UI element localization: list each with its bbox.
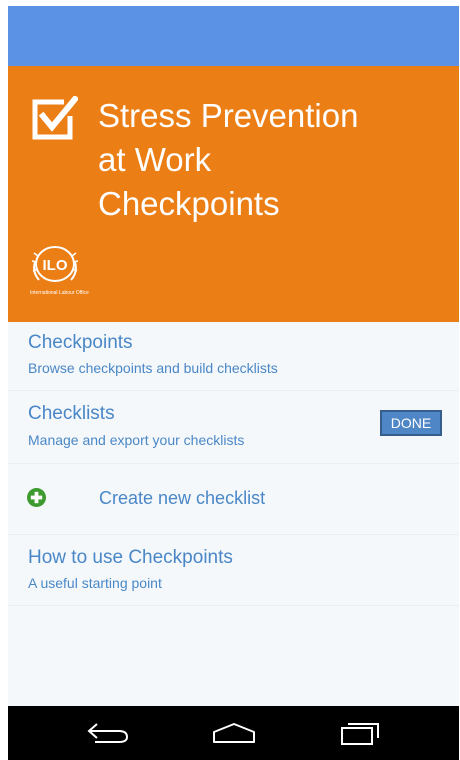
app-header: Stress Prevention at Work Checkpoints IL… — [8, 66, 459, 322]
menu-item-title: Checkpoints — [28, 332, 133, 353]
back-icon[interactable] — [85, 720, 131, 746]
ilo-logo: ILO International Labour Office — [30, 244, 200, 304]
menu-item-title: How to use Checkpoints — [28, 547, 233, 568]
ilo-emblem-icon: ILO — [31, 246, 79, 282]
menu-item-checklists[interactable]: Checklists Manage and export your checkl… — [8, 391, 459, 464]
create-checklist-button[interactable]: Create new checklist — [8, 464, 459, 535]
menu-item-title: Checklists — [28, 403, 115, 424]
home-icon[interactable] — [210, 720, 258, 746]
create-checklist-label: Create new checklist — [99, 488, 266, 508]
menu-item-how-to-use[interactable]: How to use Checkpoints A useful starting… — [8, 535, 459, 606]
ilo-caption: International Labour Office — [30, 290, 89, 296]
menu-item-subtitle: A useful starting point — [28, 575, 162, 591]
menu-item-subtitle: Manage and export your checklists — [28, 432, 245, 448]
main-menu: Checkpoints Browse checkpoints and build… — [8, 322, 459, 606]
app-title: Stress Prevention at Work Checkpoints — [98, 97, 359, 222]
done-button[interactable]: DONE — [380, 410, 442, 436]
menu-item-subtitle: Browse checkpoints and build checklists — [28, 360, 278, 376]
app-screen: Stress Prevention at Work Checkpoints IL… — [8, 6, 459, 760]
menu-item-checkpoints[interactable]: Checkpoints Browse checkpoints and build… — [8, 322, 459, 391]
status-bar — [8, 6, 459, 66]
checkbox-checked-icon — [32, 96, 78, 140]
plus-circle-icon — [27, 488, 46, 507]
navigation-bar — [8, 706, 459, 760]
recents-icon[interactable] — [339, 720, 383, 746]
ilo-logo-mark: ILO — [43, 257, 68, 274]
